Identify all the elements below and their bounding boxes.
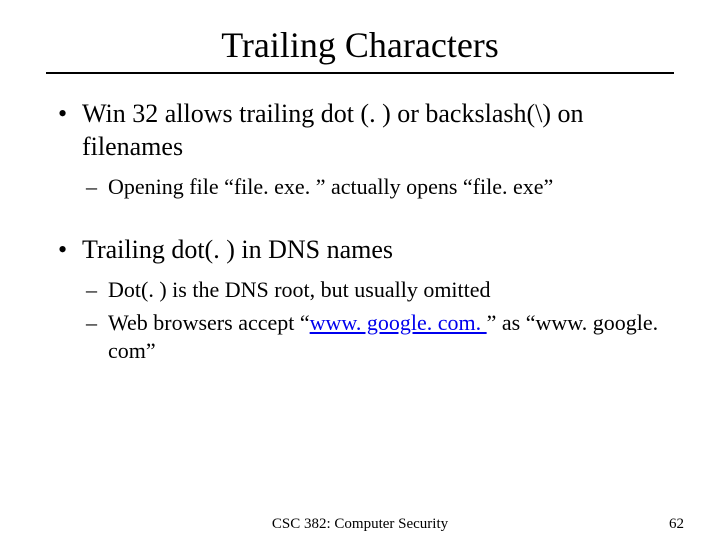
sub-item: Dot(. ) is the DNS root, but usually omi… [82, 276, 680, 305]
footer-page-number: 62 [669, 516, 684, 533]
sub-text-prefix: Web browsers accept “ [108, 310, 310, 335]
spacer [52, 212, 680, 234]
link-text[interactable]: www. google. com. [310, 310, 487, 335]
sub-list: Opening file “file. exe. ” actually open… [82, 173, 680, 202]
bullet-item: Win 32 allows trailing dot (. ) or backs… [52, 98, 680, 202]
slide-content: Win 32 allows trailing dot (. ) or backs… [40, 98, 680, 366]
slide: Trailing Characters Win 32 allows traili… [0, 0, 720, 540]
footer-course: CSC 382: Computer Security [0, 516, 720, 533]
bullet-list: Win 32 allows trailing dot (. ) or backs… [52, 98, 680, 202]
sub-text: Opening file “file. exe. ” actually open… [108, 174, 553, 199]
sub-item: Opening file “file. exe. ” actually open… [82, 173, 680, 202]
title-rule [46, 72, 674, 74]
bullet-list: Trailing dot(. ) in DNS names Dot(. ) is… [52, 234, 680, 366]
slide-title: Trailing Characters [40, 24, 680, 66]
sub-list: Dot(. ) is the DNS root, but usually omi… [82, 276, 680, 366]
bullet-text: Win 32 allows trailing dot (. ) or backs… [82, 99, 584, 161]
sub-item: Web browsers accept “www. google. com. ”… [82, 309, 680, 366]
bullet-item: Trailing dot(. ) in DNS names Dot(. ) is… [52, 234, 680, 366]
bullet-text: Trailing dot(. ) in DNS names [82, 235, 393, 264]
sub-text: Dot(. ) is the DNS root, but usually omi… [108, 277, 491, 302]
